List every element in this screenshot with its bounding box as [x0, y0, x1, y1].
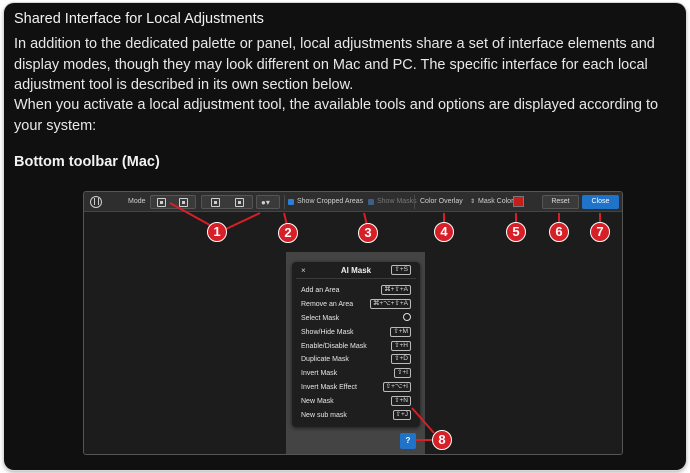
callout-6: 6: [549, 222, 569, 242]
content-frame: Shared Interface for Local Adjustments I…: [4, 3, 686, 470]
callout-8: 8: [432, 430, 452, 450]
leader-line-8a: [411, 407, 435, 434]
callout-4: 4: [434, 222, 454, 242]
callout-7: 7: [590, 222, 610, 242]
callout-3: 3: [358, 223, 378, 243]
callout-5: 5: [506, 222, 526, 242]
callout-2: 2: [278, 223, 298, 243]
leader-line-1b: [225, 212, 261, 230]
callout-1: 1: [207, 222, 227, 242]
callout-leader-lines: [169, 202, 601, 441]
